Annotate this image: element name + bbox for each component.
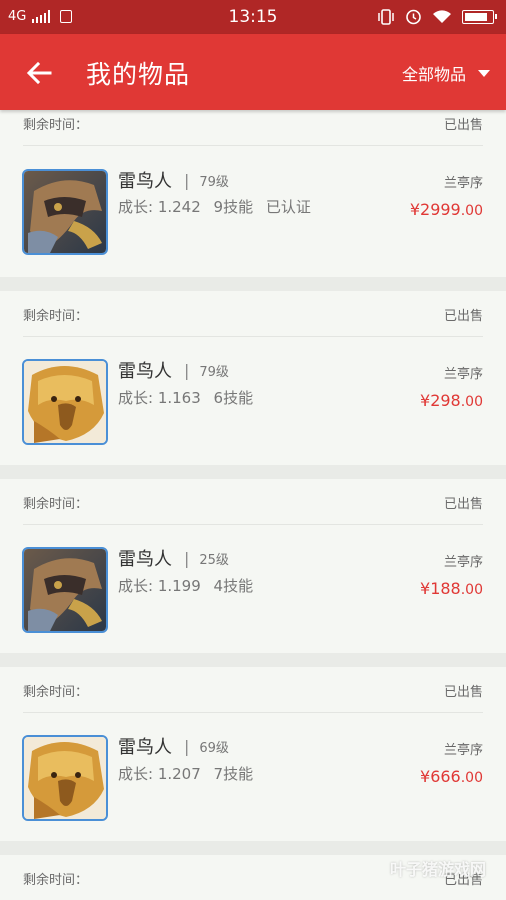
item-list: 剩余时间： 已出售 雷鸟人 | 79级 成长: 1.242 9技能 已认证 兰亭… [0,110,506,900]
watermark-logo: 叶子猪游戏网 [389,860,486,879]
item-card[interactable]: 剩余时间： 已出售 雷鸟人 | 79级 成长: 1.242 9技能 已认证 兰亭… [0,110,506,277]
pet-details: 成长: 1.242 9技能 已认证 [118,196,319,217]
alarm-icon [406,9,421,25]
certified-badge: 已认证 [265,198,311,216]
skill-count: 9技能 [213,198,254,216]
price: ¥2999.00 [410,200,483,219]
filter-label: 全部物品 [401,65,466,84]
battery-icon [462,9,497,24]
server-name: 兰亭序 [443,555,483,570]
server-name: 兰亭序 [443,367,483,382]
pet-name-row: 雷鸟人 | 79级 [118,167,229,193]
thunderbird-dark-icon [24,549,106,631]
server-name: 兰亭序 [443,176,483,191]
price-decimal: .00 [460,582,483,598]
pet-avatar [22,547,108,633]
remaining-time-label: 剩余时间： [23,873,89,888]
status-badge: 已出售 [443,497,483,512]
chevron-down-icon [478,69,490,77]
name-divider: | [184,548,190,568]
filter-dropdown[interactable]: 全部物品 [402,61,490,85]
price-decimal: .00 [460,770,483,786]
pet-name-row: 雷鸟人 | 25级 [118,545,229,571]
growth-value: 成长: 1.163 [118,389,201,407]
growth-value: 成长: 1.207 [118,765,201,783]
card-header: 剩余时间： 已出售 [23,110,483,146]
price-integer: ¥666 [420,767,461,786]
card-header: 剩余时间： 已出售 [23,291,483,337]
status-badge: 已出售 [443,118,483,133]
pet-level: 69级 [199,740,229,756]
pet-level: 79级 [199,174,229,190]
wifi-icon [433,9,451,23]
pet-level: 79级 [199,364,229,380]
growth-value: 成长: 1.242 [118,198,201,216]
price: ¥188.00 [420,579,483,598]
price-integer: ¥298 [420,391,461,410]
price-decimal: .00 [460,394,483,410]
thunderbird-gold-icon [24,361,106,443]
price-integer: ¥2999 [409,200,461,219]
pet-name: 雷鸟人 [118,549,172,570]
pet-avatar [22,735,108,821]
skill-count: 4技能 [213,577,254,595]
status-bar: 4G 13:15 [0,0,506,34]
remaining-time-label: 剩余时间： [23,309,89,324]
status-right [377,8,497,25]
back-arrow-icon[interactable] [24,58,54,88]
pet-avatar [22,359,108,445]
card-header: 剩余时间： 已出售 [23,479,483,525]
thunderbird-gold-icon [24,737,106,819]
remaining-time-label: 剩余时间： [23,685,89,700]
pet-name: 雷鸟人 [118,737,172,758]
price: ¥298.00 [420,391,483,410]
name-divider: | [184,170,190,190]
server-name: 兰亭序 [443,743,483,758]
pet-details: 成长: 1.163 6技能 [118,387,269,408]
name-divider: | [184,360,190,380]
item-card[interactable]: 剩余时间： 已出售 雷鸟人 | 69级 成长: 1.207 7技能 兰亭序 ¥6… [0,667,506,841]
pet-name-row: 雷鸟人 | 69级 [118,733,229,759]
status-badge: 已出售 [443,309,483,324]
pet-name: 雷鸟人 [118,361,172,382]
item-card[interactable]: 剩余时间： 已出售 雷鸟人 | 79级 成长: 1.163 6技能 兰亭序 ¥2… [0,291,506,465]
page-title: 我的物品 [86,60,191,89]
pet-details: 成长: 1.199 4技能 [118,575,269,596]
thunderbird-dark-icon [24,171,106,253]
pet-level: 25级 [199,552,229,568]
status-badge: 已出售 [443,685,483,700]
growth-value: 成长: 1.199 [118,577,201,595]
vibrate-icon [378,8,394,25]
remaining-time-label: 剩余时间： [23,497,89,512]
price-decimal: .00 [460,203,483,219]
pet-name: 雷鸟人 [118,171,172,192]
skill-count: 6技能 [213,389,254,407]
card-header: 剩余时间： 已出售 [23,667,483,713]
price: ¥666.00 [420,767,483,786]
app-bar: 我的物品 全部物品 [0,34,506,110]
item-card[interactable]: 剩余时间： 已出售 雷鸟人 | 25级 成长: 1.199 4技能 兰亭序 ¥1… [0,479,506,653]
pet-name-row: 雷鸟人 | 79级 [118,357,229,383]
pet-avatar [22,169,108,255]
pet-details: 成长: 1.207 7技能 [118,763,269,784]
price-integer: ¥188 [420,579,461,598]
remaining-time-label: 剩余时间： [23,118,89,133]
name-divider: | [184,736,190,756]
skill-count: 7技能 [213,765,254,783]
